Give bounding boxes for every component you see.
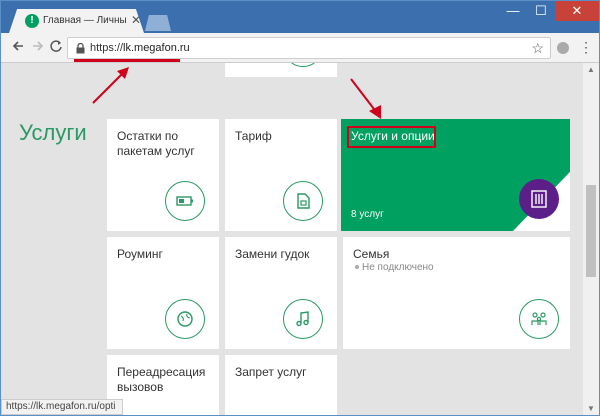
options-icon[interactable] bbox=[519, 179, 559, 219]
card-label: Тариф bbox=[235, 129, 272, 143]
partial-card-icon bbox=[283, 63, 323, 67]
card-label: Роуминг bbox=[117, 247, 163, 261]
megafon-favicon-icon: ! bbox=[25, 14, 39, 28]
status-dot bbox=[355, 265, 359, 270]
url-underline-annotation bbox=[74, 59, 180, 62]
card-roaming[interactable]: Роуминг bbox=[107, 237, 219, 349]
address-bar[interactable]: https://lk.megafon.ru ☆ bbox=[67, 37, 551, 59]
tab-close-icon[interactable]: ✕ bbox=[131, 13, 141, 27]
card-replace-tone[interactable]: Замени гудок bbox=[225, 237, 337, 349]
forward-arrow-icon[interactable] bbox=[29, 39, 47, 57]
browser-window: ! Главная — Личный каб ✕ — ☐ ✕ https://l… bbox=[0, 0, 600, 416]
star-icon[interactable]: ☆ bbox=[531, 40, 544, 57]
extension-icon[interactable] bbox=[557, 42, 569, 54]
card-tariff[interactable]: Тариф bbox=[225, 119, 337, 231]
scroll-down-icon[interactable]: ▼ bbox=[587, 404, 595, 413]
close-window-button[interactable]: ✕ bbox=[555, 1, 599, 21]
card-call-forwarding[interactable]: Переадресация вызовов bbox=[107, 355, 219, 415]
vertical-scrollbar[interactable]: ▲ ▼ bbox=[583, 63, 599, 415]
new-tab-button[interactable] bbox=[145, 15, 171, 31]
back-arrow-icon[interactable] bbox=[9, 39, 27, 57]
status-bar-url: https://lk.megafon.ru/opti bbox=[1, 399, 123, 415]
card-label: Семья bbox=[353, 247, 390, 261]
card-service-ban[interactable]: Запрет услуг bbox=[225, 355, 337, 415]
scrollbar-thumb[interactable] bbox=[586, 185, 596, 277]
music-note-icon bbox=[283, 299, 323, 339]
card-remaining-packages[interactable]: Остатки по пакетам услуг bbox=[107, 119, 219, 231]
title-bar: ! Главная — Личный каб ✕ — ☐ ✕ bbox=[1, 1, 599, 33]
globe-icon bbox=[165, 299, 205, 339]
family-icon bbox=[519, 299, 559, 339]
card-label: Остатки по пакетам услуг bbox=[117, 129, 195, 158]
card-label: Запрет услуг bbox=[235, 365, 307, 379]
lock-icon bbox=[76, 43, 85, 54]
family-status: Не подключено bbox=[355, 262, 434, 273]
card-label: Переадресация вызовов bbox=[117, 365, 206, 394]
partial-card-top[interactable] bbox=[225, 63, 337, 77]
page-content: Услуги Остатки по пакетам услуг Тариф Ус… bbox=[1, 63, 583, 415]
maximize-button[interactable]: ☐ bbox=[527, 1, 555, 21]
tab-title: Главная — Личный каб bbox=[43, 15, 127, 26]
reload-icon[interactable] bbox=[47, 39, 65, 57]
sim-card-icon bbox=[283, 181, 323, 221]
kebab-menu-icon[interactable]: ⋮ bbox=[579, 39, 593, 56]
page-title: Услуги bbox=[19, 120, 87, 145]
annotation-arrow-services bbox=[350, 78, 381, 119]
url-text: https://lk.megafon.ru bbox=[90, 42, 190, 54]
battery-icon bbox=[165, 181, 205, 221]
highlight-box-annotation bbox=[347, 126, 436, 148]
minimize-button[interactable]: — bbox=[499, 1, 527, 21]
card-label: Замени гудок bbox=[235, 247, 310, 261]
browser-tab[interactable]: ! Главная — Личный каб ✕ bbox=[9, 9, 144, 33]
annotation-arrow-url bbox=[92, 67, 129, 104]
services-count: 8 услуг bbox=[351, 209, 384, 220]
card-family[interactable]: Семья Не подключено bbox=[343, 237, 570, 349]
scroll-up-icon[interactable]: ▲ bbox=[587, 65, 595, 74]
